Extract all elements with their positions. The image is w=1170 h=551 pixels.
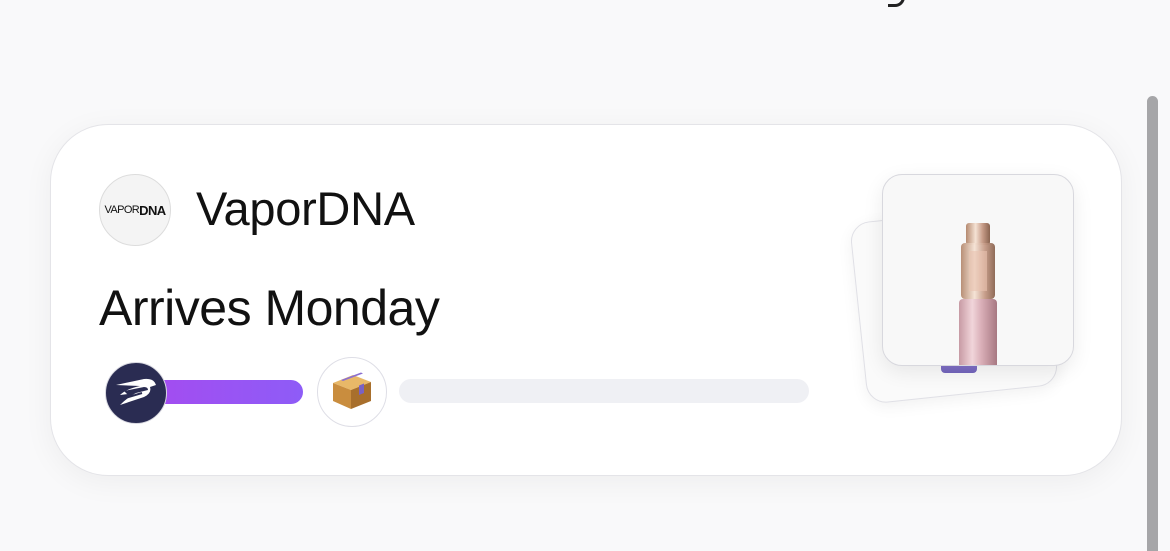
partial-icon-fragment: [888, 0, 905, 7]
merchant-name: VaporDNA: [196, 182, 415, 235]
usps-eagle-glyph: [116, 378, 156, 405]
package-icon: [317, 357, 387, 427]
merchant-logo: VAPOR DNA: [99, 174, 171, 246]
scrollbar[interactable]: [1147, 96, 1158, 551]
progress-bar-filled: [151, 380, 303, 404]
merchant-logo-text-thin: VAPOR: [104, 204, 140, 216]
vape-device-image[interactable]: [882, 174, 1074, 366]
order-card[interactable]: VAPOR DNA VaporDNA Arrives Monday: [50, 124, 1122, 476]
usps-eagle-icon: [105, 362, 167, 424]
merchant-logo-text-bold: DNA: [139, 202, 166, 218]
progress-bar-track: [399, 379, 809, 403]
package-glyph: [333, 372, 371, 409]
arrival-status: Arrives Monday: [99, 280, 440, 336]
vape-device-glyph: [959, 223, 997, 365]
page: VAPOR DNA VaporDNA Arrives Monday: [0, 0, 1170, 551]
